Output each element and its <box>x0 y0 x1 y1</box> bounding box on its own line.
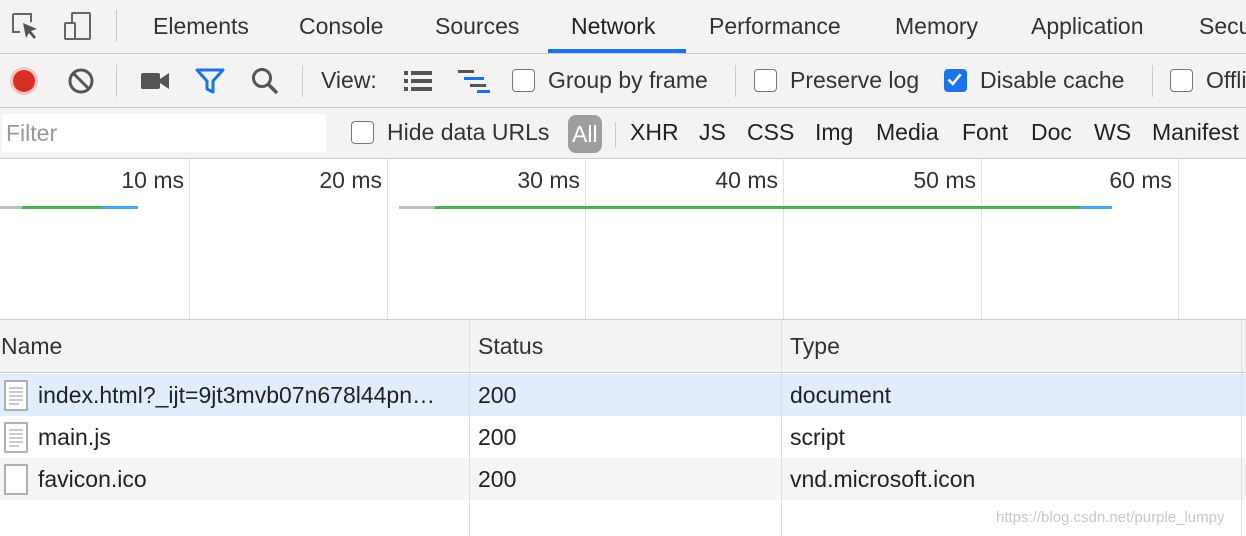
device-toolbar-icon[interactable] <box>62 10 94 42</box>
disable-cache-checkbox[interactable] <box>944 69 967 92</box>
overview-tick-label: 40 ms <box>715 167 778 193</box>
filter-input[interactable] <box>2 114 326 152</box>
preserve-log-checkbox[interactable] <box>754 69 777 92</box>
request-name[interactable]: favicon.ico <box>38 458 463 500</box>
table-row[interactable]: index.html?_ijt=9jt3mvb07n678l44pn… 200 … <box>0 374 1246 416</box>
tab-elements[interactable]: Elements <box>153 0 249 53</box>
column-header-name[interactable]: Name <box>1 320 62 373</box>
tab-application[interactable]: Application <box>1031 0 1144 53</box>
toolbar-separator <box>116 65 117 97</box>
script-file-icon <box>4 422 28 453</box>
tab-console[interactable]: Console <box>299 0 383 53</box>
table-row[interactable]: main.js 200 script <box>0 416 1246 458</box>
column-divider[interactable] <box>781 320 782 536</box>
filter-bar: Hide data URLs All XHR JS CSS Img Media … <box>0 108 1246 159</box>
request-status: 200 <box>478 424 517 450</box>
offline-label[interactable]: Offli <box>1206 54 1246 107</box>
filter-type-js[interactable]: JS <box>699 108 726 156</box>
overview-download-bar <box>22 206 102 209</box>
table-row[interactable]: favicon.ico 200 vnd.microsoft.icon <box>0 458 1246 500</box>
column-header-status[interactable]: Status <box>478 320 543 373</box>
filter-type-css[interactable]: CSS <box>747 108 794 156</box>
search-icon[interactable] <box>250 66 280 96</box>
filter-icon[interactable] <box>195 67 225 95</box>
overview-gridline <box>585 159 586 319</box>
checkmark-icon <box>947 73 962 86</box>
hide-data-urls-checkbox[interactable] <box>351 121 374 144</box>
column-header-type[interactable]: Type <box>790 320 840 373</box>
active-tab-indicator <box>548 49 686 53</box>
column-divider[interactable] <box>1241 320 1242 536</box>
hide-data-urls-label[interactable]: Hide data URLs <box>387 108 549 156</box>
filter-type-doc[interactable]: Doc <box>1031 108 1072 156</box>
overview-receive-bar <box>102 206 138 209</box>
overview-tick-label: 30 ms <box>517 167 580 193</box>
large-rows-icon[interactable] <box>403 70 433 92</box>
filter-type-ws[interactable]: WS <box>1094 108 1131 156</box>
tab-separator <box>116 10 117 42</box>
request-type: vnd.microsoft.icon <box>790 466 976 492</box>
devtools-tab-bar: Elements Console Sources Network Perform… <box>0 0 1246 54</box>
overview-download-bar <box>435 206 1080 209</box>
filter-type-xhr[interactable]: XHR <box>630 108 679 156</box>
preserve-log-label[interactable]: Preserve log <box>790 54 919 107</box>
requests-table: Name Status Type index.html?_ijt=9jt3mvb… <box>0 320 1246 536</box>
overview-receive-bar <box>1080 206 1112 209</box>
table-header: Name Status Type <box>0 320 1246 373</box>
filter-type-font[interactable]: Font <box>962 108 1008 156</box>
element-picker-icon[interactable] <box>9 10 41 42</box>
overview-gridline <box>189 159 190 319</box>
overview-waiting-bar <box>399 206 435 209</box>
request-status: 200 <box>478 382 517 408</box>
request-name[interactable]: main.js <box>38 416 463 458</box>
filter-type-img[interactable]: Img <box>815 108 853 156</box>
request-type: script <box>790 424 845 450</box>
video-camera-icon[interactable] <box>140 69 170 93</box>
overview-gridline <box>783 159 784 319</box>
overview-tick-label: 10 ms <box>121 167 184 193</box>
toolbar-separator <box>735 65 736 97</box>
tab-memory[interactable]: Memory <box>895 0 978 53</box>
filter-type-manifest[interactable]: Manifest <box>1152 108 1239 156</box>
tab-performance[interactable]: Performance <box>709 0 841 53</box>
overview-tick-label: 50 ms <box>913 167 976 193</box>
request-status: 200 <box>478 466 517 492</box>
blank-file-icon <box>4 464 28 495</box>
tab-network[interactable]: Network <box>571 0 655 53</box>
overview-tick-label: 60 ms <box>1109 167 1172 193</box>
view-label: View: <box>321 67 377 93</box>
network-overview[interactable]: 10 ms 20 ms 30 ms 40 ms 50 ms 60 ms <box>0 159 1246 320</box>
tab-security[interactable]: Secu <box>1199 0 1246 53</box>
overview-gridline <box>981 159 982 319</box>
request-type: document <box>790 382 892 408</box>
record-icon[interactable] <box>8 65 40 97</box>
offline-checkbox[interactable] <box>1170 69 1193 92</box>
column-divider[interactable] <box>469 320 470 536</box>
filter-type-media[interactable]: Media <box>876 108 939 156</box>
network-toolbar: View: Group by frame Preserve log Disabl… <box>0 54 1246 108</box>
overview-tick-label: 20 ms <box>319 167 382 193</box>
filter-separator <box>615 122 616 148</box>
overview-waiting-bar <box>0 206 22 209</box>
watermark: https://blog.csdn.net/purple_lumpy <box>996 509 1225 526</box>
filter-type-all[interactable]: All <box>568 115 602 153</box>
group-by-frame-label[interactable]: Group by frame <box>548 54 708 107</box>
request-name[interactable]: index.html?_ijt=9jt3mvb07n678l44pn… <box>38 374 463 416</box>
toolbar-separator <box>1152 65 1153 97</box>
disable-cache-label[interactable]: Disable cache <box>980 54 1124 107</box>
document-file-icon <box>4 380 28 411</box>
tab-sources[interactable]: Sources <box>435 0 519 53</box>
waterfall-icon[interactable] <box>457 68 491 94</box>
group-by-frame-checkbox[interactable] <box>512 69 535 92</box>
clear-icon[interactable] <box>66 66 96 96</box>
overview-gridline <box>387 159 388 319</box>
toolbar-separator <box>302 65 303 97</box>
overview-gridline <box>1178 159 1179 319</box>
